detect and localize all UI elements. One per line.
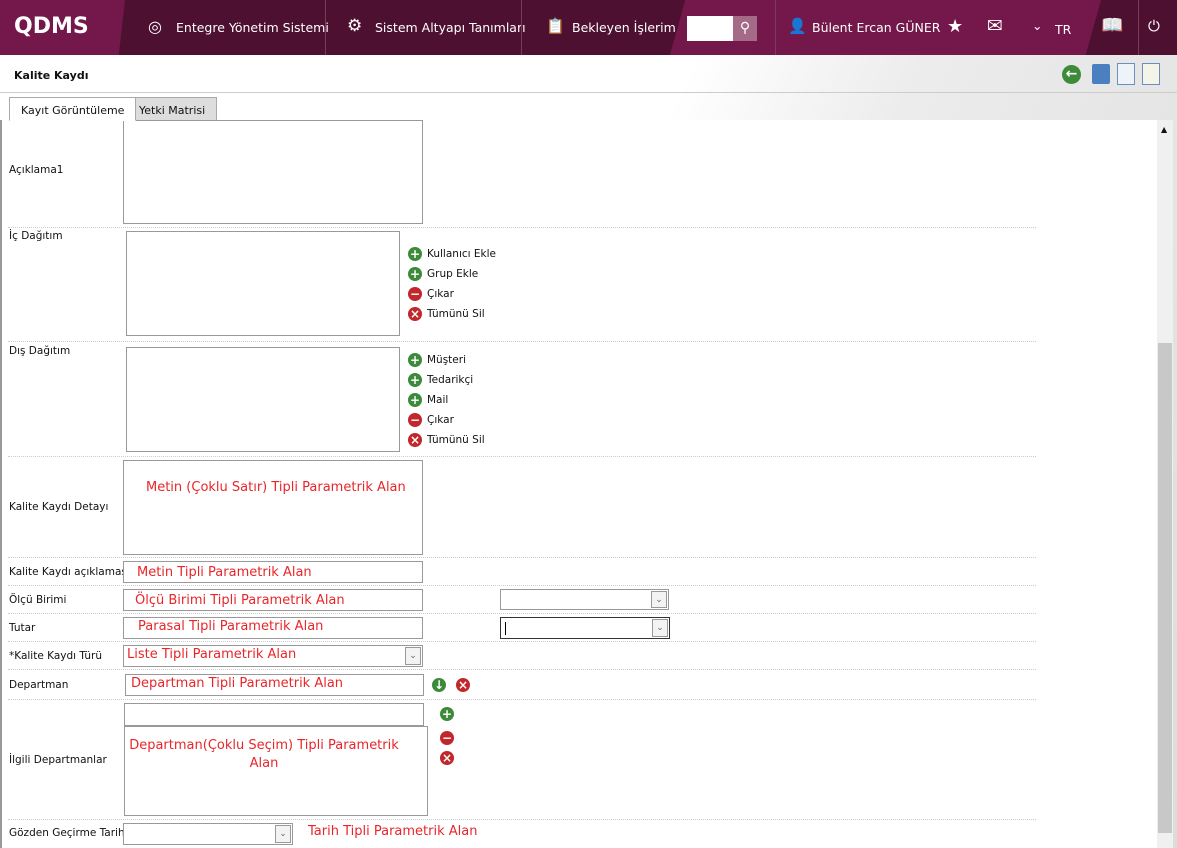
user-name[interactable]: Bülent Ercan GÜNER [812, 20, 940, 35]
select-down-icon[interactable]: ↓ [432, 678, 446, 692]
add-customer-button[interactable]: Müşteri [427, 354, 466, 366]
label-gozden: Gözden Geçirme Tarihi [9, 827, 128, 839]
document-icon[interactable] [1117, 63, 1135, 85]
ic-dagitim-list[interactable] [126, 231, 400, 336]
departman-value: Departman Tipli Parametrik Alan [131, 676, 344, 691]
chevron-down-icon[interactable]: ⌄ [275, 825, 291, 843]
tab-kayit-goruntuleme[interactable]: Kayıt Görüntüleme [9, 97, 137, 121]
delete-all-icon[interactable]: × [408, 433, 422, 447]
nav-sistem[interactable]: Sistem Altyapı Tanımları [375, 20, 526, 35]
logo-text: QDMS [14, 14, 89, 39]
nav-bekleyen[interactable]: Bekleyen İşlerim [572, 20, 676, 35]
tur-value: Liste Tipli Parametrik Alan [127, 647, 297, 662]
gozden-note: Tarih Tipli Parametrik Alan [308, 824, 478, 839]
add-icon[interactable]: + [408, 267, 422, 281]
note-document-icon[interactable] [1142, 63, 1160, 85]
ilgili-search-input[interactable] [124, 703, 424, 726]
detay-value: Metin (Çoklu Satır) Tipli Parametrik Ala… [146, 480, 406, 495]
add-icon[interactable]: + [440, 707, 454, 721]
scrollbar-thumb[interactable] [1158, 343, 1172, 833]
label-olcu: Ölçü Birimi [9, 594, 67, 606]
label-tur: *Kalite Kaydı Türü [9, 650, 103, 662]
label-aciklamasi: Kalite Kaydı açıklaması [9, 566, 130, 578]
add-icon[interactable]: + [408, 247, 422, 261]
chevron-down-icon[interactable]: ⌄ [652, 619, 668, 637]
star-icon[interactable]: ★ [947, 16, 963, 37]
label-dis-dagitim: Dış Dağıtım [9, 345, 71, 357]
remove-icon[interactable]: − [408, 413, 422, 427]
user-icon: 👤 [788, 17, 807, 35]
label-ilgili: İlgili Departmanlar [9, 754, 107, 766]
gozden-date-select[interactable]: ⌄ [123, 823, 293, 845]
add-user-button[interactable]: Kullanıcı Ekle [427, 248, 496, 260]
label-tutar: Tutar [9, 622, 36, 634]
currency-select[interactable]: ⌄ [500, 617, 670, 639]
aciklamasi-value: Metin Tipli Parametrik Alan [137, 565, 312, 580]
remove-button[interactable]: Çıkar [427, 414, 454, 426]
tab-yetki-matrisi[interactable]: Yetki Matrisi [127, 97, 218, 121]
label-ic-dagitim: İç Dağıtım [9, 230, 63, 242]
olcu-unit-select[interactable]: ⌄ [500, 589, 669, 610]
back-icon[interactable]: ← [1062, 65, 1081, 84]
remove-icon[interactable]: − [408, 287, 422, 301]
delete-all-button[interactable]: Tümünü Sil [427, 308, 485, 320]
add-icon[interactable]: + [408, 353, 422, 367]
label-detay: Kalite Kaydı Detayı [9, 501, 109, 513]
detay-textarea[interactable] [123, 460, 423, 555]
manual-icon[interactable]: 📖 [1101, 15, 1123, 36]
aciklama1-textarea[interactable] [123, 120, 423, 224]
add-icon[interactable]: + [408, 393, 422, 407]
olcu-value: Ölçü Birimi Tipli Parametrik Alan [135, 593, 345, 608]
top-navigation-bar: QDMS ◎ Entegre Yönetim Sistemi ⚙ Sistem … [0, 0, 1177, 55]
ilgili-value: Departman(Çoklu Seçim) Tipli Parametrik … [129, 738, 399, 771]
search-icon[interactable]: ⚲ [733, 16, 757, 41]
label-departman: Departman [9, 679, 69, 691]
mail-icon[interactable]: ✉ [987, 15, 1003, 37]
remove-icon[interactable]: − [440, 731, 454, 745]
scroll-up-icon[interactable]: ▲ [1161, 125, 1167, 134]
dis-dagitim-list[interactable] [126, 347, 400, 452]
add-supplier-button[interactable]: Tedarikçi [427, 374, 473, 386]
power-icon[interactable]: ⏻ [1148, 17, 1160, 35]
delete-all-button[interactable]: Tümünü Sil [427, 434, 485, 446]
clear-icon[interactable]: × [456, 678, 470, 692]
delete-all-icon[interactable]: × [408, 307, 422, 321]
page-title: Kalite Kaydı [14, 69, 89, 82]
chevron-down-icon[interactable]: ⌄ [651, 591, 667, 608]
nav-entegre[interactable]: Entegre Yönetim Sistemi [176, 20, 329, 35]
chevron-down-icon[interactable]: ⌄ [405, 647, 421, 665]
language[interactable]: TR [1055, 22, 1071, 37]
add-icon[interactable]: + [408, 373, 422, 387]
save-icon[interactable] [1092, 64, 1110, 84]
q-icon: ◎ [148, 17, 162, 36]
label-aciklama1: Açıklama1 [9, 164, 64, 176]
delete-all-icon[interactable]: × [440, 751, 454, 765]
clipboard-icon: 📋 [546, 17, 565, 35]
tutar-value: Parasal Tipli Parametrik Alan [138, 619, 324, 634]
add-group-button[interactable]: Grup Ekle [427, 268, 478, 280]
search-input[interactable] [687, 16, 733, 41]
gear-icon: ⚙ [347, 16, 363, 36]
add-mail-button[interactable]: Mail [427, 394, 448, 406]
remove-button[interactable]: Çıkar [427, 288, 454, 300]
chevron-down-icon[interactable]: ⌄ [1032, 18, 1042, 33]
